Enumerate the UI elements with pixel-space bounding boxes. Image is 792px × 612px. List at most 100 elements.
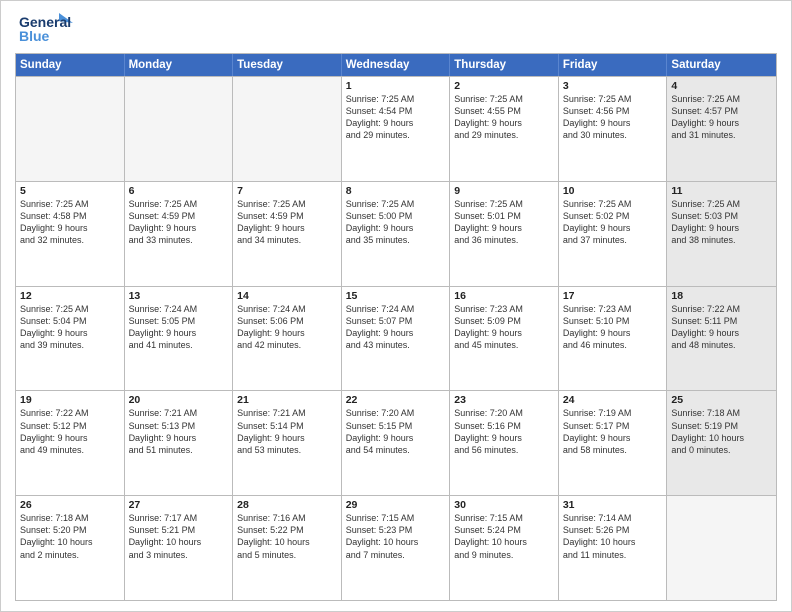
calendar-cell: 3Sunrise: 7:25 AM Sunset: 4:56 PM Daylig… — [559, 77, 668, 181]
day-number: 23 — [454, 394, 554, 406]
day-number: 21 — [237, 394, 337, 406]
day-info: Sunrise: 7:17 AM Sunset: 5:21 PM Dayligh… — [129, 512, 229, 561]
calendar-week: 19Sunrise: 7:22 AM Sunset: 5:12 PM Dayli… — [16, 390, 776, 495]
day-number: 15 — [346, 290, 446, 302]
calendar-cell: 17Sunrise: 7:23 AM Sunset: 5:10 PM Dayli… — [559, 287, 668, 391]
day-info: Sunrise: 7:24 AM Sunset: 5:05 PM Dayligh… — [129, 303, 229, 352]
logo-svg: GeneralBlue — [19, 11, 73, 47]
calendar-header-cell: Wednesday — [342, 54, 451, 76]
day-info: Sunrise: 7:22 AM Sunset: 5:11 PM Dayligh… — [671, 303, 772, 352]
calendar-cell: 28Sunrise: 7:16 AM Sunset: 5:22 PM Dayli… — [233, 496, 342, 600]
calendar-header-cell: Thursday — [450, 54, 559, 76]
day-number: 16 — [454, 290, 554, 302]
calendar-cell — [125, 77, 234, 181]
day-number: 30 — [454, 499, 554, 511]
calendar-body: 1Sunrise: 7:25 AM Sunset: 4:54 PM Daylig… — [16, 76, 776, 600]
calendar-cell: 18Sunrise: 7:22 AM Sunset: 5:11 PM Dayli… — [667, 287, 776, 391]
calendar-cell: 21Sunrise: 7:21 AM Sunset: 5:14 PM Dayli… — [233, 391, 342, 495]
day-info: Sunrise: 7:25 AM Sunset: 5:01 PM Dayligh… — [454, 198, 554, 247]
day-number: 14 — [237, 290, 337, 302]
day-info: Sunrise: 7:25 AM Sunset: 4:59 PM Dayligh… — [237, 198, 337, 247]
calendar-cell: 11Sunrise: 7:25 AM Sunset: 5:03 PM Dayli… — [667, 182, 776, 286]
day-info: Sunrise: 7:15 AM Sunset: 5:23 PM Dayligh… — [346, 512, 446, 561]
day-number: 6 — [129, 185, 229, 197]
day-info: Sunrise: 7:25 AM Sunset: 4:54 PM Dayligh… — [346, 93, 446, 142]
calendar-cell: 16Sunrise: 7:23 AM Sunset: 5:09 PM Dayli… — [450, 287, 559, 391]
calendar-cell: 31Sunrise: 7:14 AM Sunset: 5:26 PM Dayli… — [559, 496, 668, 600]
calendar-cell: 23Sunrise: 7:20 AM Sunset: 5:16 PM Dayli… — [450, 391, 559, 495]
calendar-cell: 19Sunrise: 7:22 AM Sunset: 5:12 PM Dayli… — [16, 391, 125, 495]
day-info: Sunrise: 7:25 AM Sunset: 4:59 PM Dayligh… — [129, 198, 229, 247]
svg-text:Blue: Blue — [19, 28, 50, 44]
day-info: Sunrise: 7:25 AM Sunset: 4:57 PM Dayligh… — [671, 93, 772, 142]
day-number: 7 — [237, 185, 337, 197]
day-info: Sunrise: 7:25 AM Sunset: 4:56 PM Dayligh… — [563, 93, 663, 142]
day-number: 18 — [671, 290, 772, 302]
day-info: Sunrise: 7:25 AM Sunset: 5:00 PM Dayligh… — [346, 198, 446, 247]
day-info: Sunrise: 7:15 AM Sunset: 5:24 PM Dayligh… — [454, 512, 554, 561]
calendar-cell: 7Sunrise: 7:25 AM Sunset: 4:59 PM Daylig… — [233, 182, 342, 286]
day-info: Sunrise: 7:22 AM Sunset: 5:12 PM Dayligh… — [20, 407, 120, 456]
day-info: Sunrise: 7:23 AM Sunset: 5:09 PM Dayligh… — [454, 303, 554, 352]
calendar-cell: 12Sunrise: 7:25 AM Sunset: 5:04 PM Dayli… — [16, 287, 125, 391]
calendar-cell — [16, 77, 125, 181]
day-info: Sunrise: 7:21 AM Sunset: 5:13 PM Dayligh… — [129, 407, 229, 456]
calendar-cell: 9Sunrise: 7:25 AM Sunset: 5:01 PM Daylig… — [450, 182, 559, 286]
day-info: Sunrise: 7:20 AM Sunset: 5:16 PM Dayligh… — [454, 407, 554, 456]
calendar-cell: 20Sunrise: 7:21 AM Sunset: 5:13 PM Dayli… — [125, 391, 234, 495]
day-info: Sunrise: 7:25 AM Sunset: 5:03 PM Dayligh… — [671, 198, 772, 247]
calendar-cell: 25Sunrise: 7:18 AM Sunset: 5:19 PM Dayli… — [667, 391, 776, 495]
calendar-cell: 26Sunrise: 7:18 AM Sunset: 5:20 PM Dayli… — [16, 496, 125, 600]
calendar-week: 12Sunrise: 7:25 AM Sunset: 5:04 PM Dayli… — [16, 286, 776, 391]
day-number: 26 — [20, 499, 120, 511]
day-info: Sunrise: 7:19 AM Sunset: 5:17 PM Dayligh… — [563, 407, 663, 456]
day-number: 31 — [563, 499, 663, 511]
day-number: 1 — [346, 80, 446, 92]
calendar-week: 1Sunrise: 7:25 AM Sunset: 4:54 PM Daylig… — [16, 76, 776, 181]
day-info: Sunrise: 7:20 AM Sunset: 5:15 PM Dayligh… — [346, 407, 446, 456]
page-header: GeneralBlue — [1, 1, 791, 53]
day-info: Sunrise: 7:25 AM Sunset: 5:04 PM Dayligh… — [20, 303, 120, 352]
day-number: 8 — [346, 185, 446, 197]
day-number: 2 — [454, 80, 554, 92]
calendar-header-cell: Friday — [559, 54, 668, 76]
calendar-header-cell: Tuesday — [233, 54, 342, 76]
calendar-week: 26Sunrise: 7:18 AM Sunset: 5:20 PM Dayli… — [16, 495, 776, 600]
day-number: 28 — [237, 499, 337, 511]
day-number: 9 — [454, 185, 554, 197]
calendar-week: 5Sunrise: 7:25 AM Sunset: 4:58 PM Daylig… — [16, 181, 776, 286]
day-info: Sunrise: 7:16 AM Sunset: 5:22 PM Dayligh… — [237, 512, 337, 561]
day-number: 22 — [346, 394, 446, 406]
calendar: SundayMondayTuesdayWednesdayThursdayFrid… — [15, 53, 777, 601]
day-number: 19 — [20, 394, 120, 406]
calendar-cell: 6Sunrise: 7:25 AM Sunset: 4:59 PM Daylig… — [125, 182, 234, 286]
day-number: 3 — [563, 80, 663, 92]
day-info: Sunrise: 7:18 AM Sunset: 5:19 PM Dayligh… — [671, 407, 772, 456]
day-number: 11 — [671, 185, 772, 197]
calendar-header-cell: Saturday — [667, 54, 776, 76]
day-number: 12 — [20, 290, 120, 302]
calendar-header-row: SundayMondayTuesdayWednesdayThursdayFrid… — [16, 54, 776, 76]
calendar-cell: 1Sunrise: 7:25 AM Sunset: 4:54 PM Daylig… — [342, 77, 451, 181]
calendar-cell: 13Sunrise: 7:24 AM Sunset: 5:05 PM Dayli… — [125, 287, 234, 391]
calendar-cell: 2Sunrise: 7:25 AM Sunset: 4:55 PM Daylig… — [450, 77, 559, 181]
day-number: 10 — [563, 185, 663, 197]
calendar-cell: 30Sunrise: 7:15 AM Sunset: 5:24 PM Dayli… — [450, 496, 559, 600]
day-info: Sunrise: 7:25 AM Sunset: 4:58 PM Dayligh… — [20, 198, 120, 247]
day-info: Sunrise: 7:18 AM Sunset: 5:20 PM Dayligh… — [20, 512, 120, 561]
day-number: 13 — [129, 290, 229, 302]
day-number: 20 — [129, 394, 229, 406]
day-info: Sunrise: 7:25 AM Sunset: 5:02 PM Dayligh… — [563, 198, 663, 247]
calendar-cell: 15Sunrise: 7:24 AM Sunset: 5:07 PM Dayli… — [342, 287, 451, 391]
day-number: 5 — [20, 185, 120, 197]
day-number: 27 — [129, 499, 229, 511]
calendar-cell: 22Sunrise: 7:20 AM Sunset: 5:15 PM Dayli… — [342, 391, 451, 495]
calendar-cell: 14Sunrise: 7:24 AM Sunset: 5:06 PM Dayli… — [233, 287, 342, 391]
calendar-cell: 29Sunrise: 7:15 AM Sunset: 5:23 PM Dayli… — [342, 496, 451, 600]
day-info: Sunrise: 7:24 AM Sunset: 5:07 PM Dayligh… — [346, 303, 446, 352]
calendar-header-cell: Sunday — [16, 54, 125, 76]
day-info: Sunrise: 7:21 AM Sunset: 5:14 PM Dayligh… — [237, 407, 337, 456]
calendar-cell: 8Sunrise: 7:25 AM Sunset: 5:00 PM Daylig… — [342, 182, 451, 286]
day-info: Sunrise: 7:23 AM Sunset: 5:10 PM Dayligh… — [563, 303, 663, 352]
day-number: 17 — [563, 290, 663, 302]
